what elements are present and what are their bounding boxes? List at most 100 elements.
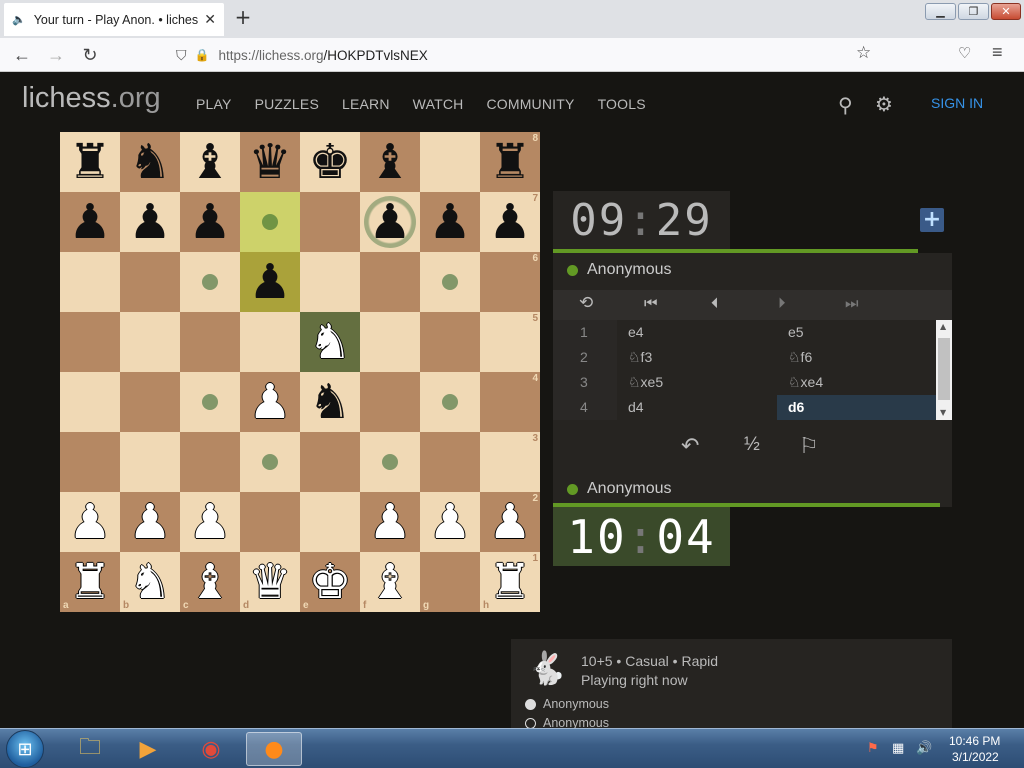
scroll-up-icon[interactable]: ▲ <box>940 322 946 331</box>
square-a7[interactable]: ♟ <box>60 192 120 252</box>
chess-board[interactable]: ♜♞♝♛♚♝♜8♟♟♟♟♟♟7♟6♞5♟♞43♟♟♟♟♟♟2♜a♞b♝c♛d♚e… <box>60 132 540 612</box>
action-center-icon[interactable]: ⚑ <box>867 741 879 756</box>
square-h8[interactable]: ♜ 8 <box>480 132 540 192</box>
move-destination-dot[interactable] <box>202 274 218 290</box>
square-a3[interactable] <box>60 432 120 492</box>
resign-flag-icon[interactable]: ⚐ <box>799 434 819 459</box>
square-a8[interactable]: ♜ <box>60 132 120 192</box>
media-player-taskbar-icon[interactable]: ▶ <box>120 732 176 766</box>
nav-watch[interactable]: WATCH <box>413 96 464 112</box>
white-knight-icon[interactable]: ♞ <box>308 318 351 366</box>
self-player[interactable]: Anonymous <box>567 480 672 498</box>
back-button[interactable]: ← <box>10 43 34 67</box>
black-knight-icon[interactable]: ♞ <box>308 378 351 426</box>
black-bishop-icon[interactable]: ♝ <box>368 138 411 186</box>
close-tab-icon[interactable]: ✕ <box>204 11 216 28</box>
square-h7[interactable]: ♟ 7 <box>480 192 540 252</box>
square-b5[interactable] <box>120 312 180 372</box>
nav-learn[interactable]: LEARN <box>342 96 390 112</box>
pocket-icon[interactable]: ♡ <box>958 44 971 62</box>
white-bishop-icon[interactable]: ♝ <box>188 558 231 606</box>
black-pawn-icon[interactable]: ♟ <box>428 198 471 246</box>
square-f2[interactable]: ♟ <box>360 492 420 552</box>
square-g4[interactable] <box>420 372 480 432</box>
square-d4[interactable]: ♟ <box>240 372 300 432</box>
move-destination-dot[interactable] <box>262 214 278 230</box>
white-knight-icon[interactable]: ♞ <box>128 558 171 606</box>
takeback-icon[interactable]: ↶ <box>681 434 699 459</box>
black-rook-icon[interactable]: ♜ <box>488 138 531 186</box>
white-pawn-icon[interactable]: ♟ <box>428 498 471 546</box>
square-e2[interactable] <box>300 492 360 552</box>
new-tab-button[interactable]: + <box>232 6 254 28</box>
square-e7[interactable] <box>300 192 360 252</box>
square-f6[interactable] <box>360 252 420 312</box>
square-g5[interactable] <box>420 312 480 372</box>
square-f8[interactable]: ♝ <box>360 132 420 192</box>
close-window-button[interactable]: ✕ <box>991 3 1021 20</box>
square-g7[interactable]: ♟ <box>420 192 480 252</box>
volume-icon[interactable]: 🔊 <box>916 741 932 756</box>
next-move-icon[interactable]: ⏵ <box>778 294 786 312</box>
nav-community[interactable]: COMMUNITY <box>486 96 574 112</box>
network-icon[interactable]: ▦ <box>892 741 904 756</box>
square-c6[interactable] <box>180 252 240 312</box>
black-knight-icon[interactable]: ♞ <box>128 138 171 186</box>
black-queen-icon[interactable]: ♛ <box>248 138 291 186</box>
square-a1[interactable]: ♜ a <box>60 552 120 612</box>
address-bar[interactable]: ⛉ 🔒 https://lichess.org/HOKPDTvlsNEX <box>176 43 886 67</box>
reload-button[interactable]: ↻ <box>78 43 102 67</box>
square-b2[interactable]: ♟ <box>120 492 180 552</box>
square-h1[interactable]: ♜ 1 h <box>480 552 540 612</box>
white-bishop-icon[interactable]: ♝ <box>368 558 411 606</box>
move-white[interactable]: ♘f3 <box>617 345 777 370</box>
black-pawn-icon[interactable]: ♟ <box>68 198 111 246</box>
white-player-entry[interactable]: Anonymous <box>525 697 609 711</box>
square-d3[interactable] <box>240 432 300 492</box>
white-king-icon[interactable]: ♚ <box>308 558 351 606</box>
opponent-player[interactable]: Anonymous <box>567 261 672 279</box>
square-g3[interactable] <box>420 432 480 492</box>
square-c3[interactable] <box>180 432 240 492</box>
square-f4[interactable] <box>360 372 420 432</box>
square-f1[interactable]: ♝ f <box>360 552 420 612</box>
nav-puzzles[interactable]: PUZZLES <box>255 96 319 112</box>
square-f5[interactable] <box>360 312 420 372</box>
search-icon[interactable]: ⚲ <box>838 93 853 117</box>
explorer-taskbar-icon[interactable]: 🗀 <box>62 732 118 766</box>
nav-play[interactable]: PLAY <box>196 96 232 112</box>
move-black[interactable]: e5 <box>777 320 936 345</box>
white-rook-icon[interactable]: ♜ <box>68 558 111 606</box>
white-queen-icon[interactable]: ♛ <box>248 558 291 606</box>
white-rook-icon[interactable]: ♜ <box>488 558 531 606</box>
signin-link[interactable]: SIGN IN <box>931 95 983 111</box>
scrollbar-thumb[interactable] <box>938 338 950 400</box>
square-b3[interactable] <box>120 432 180 492</box>
prev-move-icon[interactable]: ⏴ <box>711 294 719 312</box>
square-d1[interactable]: ♛ d <box>240 552 300 612</box>
move-black[interactable]: ♘f6 <box>777 345 936 370</box>
white-pawn-icon[interactable]: ♟ <box>128 498 171 546</box>
square-e6[interactable] <box>300 252 360 312</box>
square-b7[interactable]: ♟ <box>120 192 180 252</box>
black-pawn-icon[interactable]: ♟ <box>188 198 231 246</box>
move-destination-dot[interactable] <box>442 394 458 410</box>
move-white[interactable]: d4 <box>617 395 777 420</box>
white-pawn-icon[interactable]: ♟ <box>188 498 231 546</box>
move-list-scrollbar[interactable]: ▲ ▼ <box>936 320 952 420</box>
taskbar-date[interactable]: 3/1/2022 <box>952 750 999 764</box>
chrome-taskbar-icon[interactable]: ◉ <box>183 732 239 766</box>
square-e1[interactable]: ♚ e <box>300 552 360 612</box>
menu-icon[interactable]: ≡ <box>992 42 1003 63</box>
start-button[interactable]: ⊞ <box>6 730 44 768</box>
black-bishop-icon[interactable]: ♝ <box>188 138 231 186</box>
white-pawn-icon[interactable]: ♟ <box>248 378 291 426</box>
maximize-button[interactable]: ❐ <box>958 3 989 20</box>
move-black-current[interactable]: d6 <box>777 395 936 420</box>
minimize-button[interactable]: ▁ <box>925 3 956 20</box>
square-c2[interactable]: ♟ <box>180 492 240 552</box>
black-king-icon[interactable]: ♚ <box>308 138 351 186</box>
square-g2[interactable]: ♟ <box>420 492 480 552</box>
square-h4[interactable]: 4 <box>480 372 540 432</box>
black-pawn-icon[interactable]: ♟ <box>488 198 531 246</box>
